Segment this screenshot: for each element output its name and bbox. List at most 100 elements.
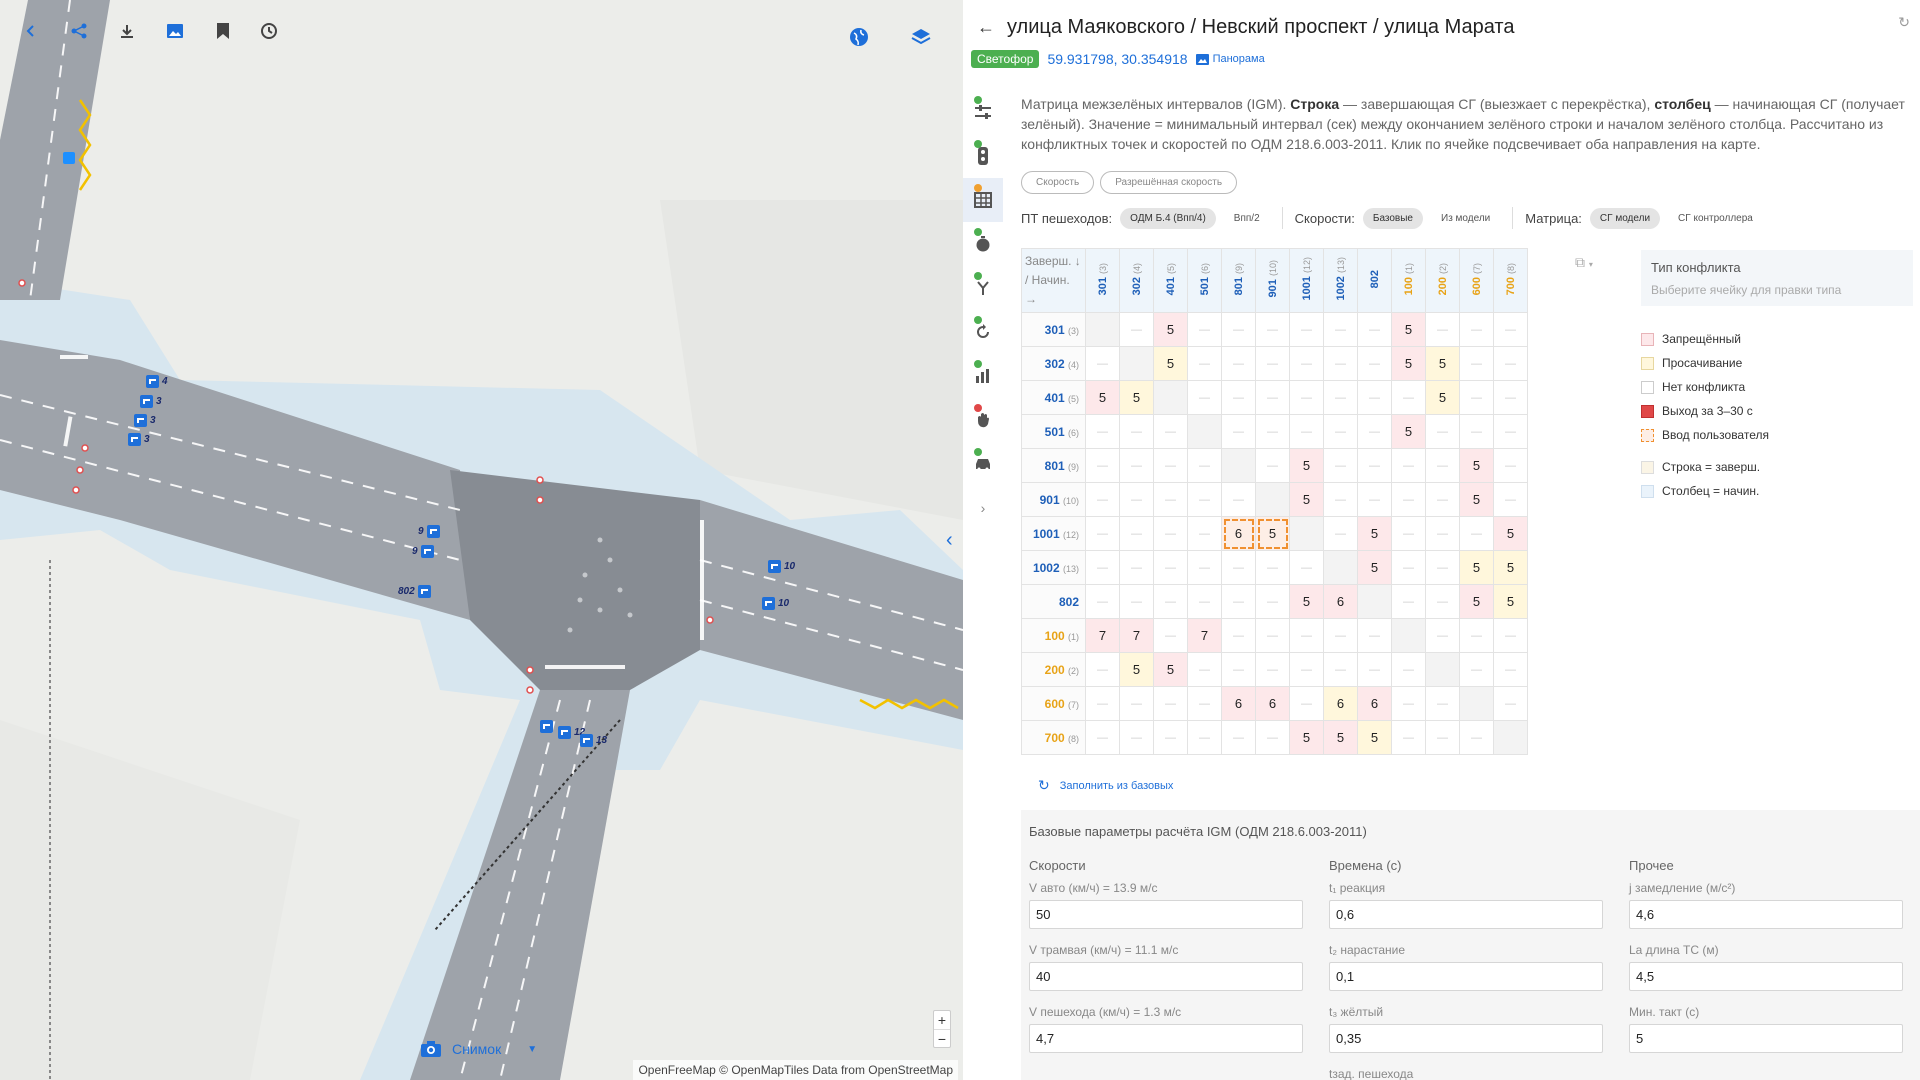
rail-item-settings[interactable] xyxy=(963,90,1003,134)
matrix-cell[interactable]: — xyxy=(1493,686,1528,721)
lane-badge[interactable]: 9 xyxy=(418,525,440,538)
matrix-cell[interactable]: 6 xyxy=(1357,686,1392,721)
matrix-cell[interactable]: — xyxy=(1323,380,1358,415)
zoom-out-button[interactable]: − xyxy=(934,1029,950,1047)
matrix-cell[interactable]: — xyxy=(1289,686,1324,721)
snapshot-button[interactable]: Снимок ▼ xyxy=(420,1040,537,1058)
bookmark-add-icon[interactable] xyxy=(210,18,236,44)
matrix-cell[interactable]: — xyxy=(1289,380,1324,415)
matrix-cell[interactable]: — xyxy=(1085,448,1120,483)
matrix-cell[interactable]: — xyxy=(1119,584,1154,619)
matrix-cell[interactable]: — xyxy=(1187,516,1222,551)
matrix-model-option[interactable]: СГ модели xyxy=(1589,207,1661,229)
matrix-cell[interactable]: — xyxy=(1493,618,1528,653)
chip-allowed-speed[interactable]: Разрешённая скорость xyxy=(1100,171,1238,194)
matrix-cell[interactable]: — xyxy=(1493,414,1528,449)
matrix-row-header[interactable]: 302 (4) xyxy=(1021,346,1086,381)
matrix-cell[interactable]: — xyxy=(1119,720,1154,755)
matrix-cell[interactable] xyxy=(1323,550,1358,585)
lane-badge[interactable]: 3 xyxy=(134,414,156,427)
matrix-cell[interactable]: — xyxy=(1323,618,1358,653)
param-input[interactable]: 5 xyxy=(1629,1024,1903,1053)
matrix-cell[interactable]: — xyxy=(1153,584,1188,619)
matrix-cell[interactable]: — xyxy=(1187,482,1222,517)
matrix-row-header[interactable]: 100 (1) xyxy=(1021,618,1086,653)
matrix-cell[interactable]: 5 xyxy=(1425,380,1460,415)
matrix-cell[interactable]: 6 xyxy=(1221,516,1256,551)
matrix-cell[interactable]: — xyxy=(1425,312,1460,347)
speed-base-option[interactable]: Базовые xyxy=(1362,207,1423,229)
matrix-cell[interactable]: — xyxy=(1255,346,1290,381)
param-input[interactable]: 0,1 xyxy=(1329,962,1603,991)
matrix-cell[interactable]: — xyxy=(1119,448,1154,483)
matrix-cell[interactable]: — xyxy=(1425,550,1460,585)
matrix-cell[interactable]: — xyxy=(1255,618,1290,653)
matrix-controller-option[interactable]: СГ контроллера xyxy=(1668,208,1763,229)
lane-badge[interactable]: 9 xyxy=(412,545,434,558)
matrix-row-header[interactable]: 700 (8) xyxy=(1021,720,1086,755)
lane-badge[interactable]: 3 xyxy=(140,395,162,408)
map-view[interactable]: 4 3 3 3 9 9 802 10 10 12 13 ‹ › + − Сним… xyxy=(0,0,963,1080)
matrix-cell[interactable]: — xyxy=(1255,380,1290,415)
matrix-cell[interactable]: — xyxy=(1357,652,1392,687)
matrix-cell[interactable]: — xyxy=(1323,414,1358,449)
param-input[interactable]: 4,7 xyxy=(1029,1024,1303,1053)
ped-half-option[interactable]: Впп/2 xyxy=(1224,208,1270,229)
lane-badge[interactable]: 13 xyxy=(580,734,607,747)
matrix-cell[interactable]: — xyxy=(1119,312,1154,347)
matrix-cell[interactable]: — xyxy=(1289,312,1324,347)
matrix-cell[interactable]: — xyxy=(1357,312,1392,347)
matrix-cell[interactable]: — xyxy=(1119,516,1154,551)
matrix-cell[interactable]: — xyxy=(1085,584,1120,619)
param-input[interactable]: 0,6 xyxy=(1329,900,1603,929)
matrix-cell[interactable]: — xyxy=(1221,720,1256,755)
matrix-cell[interactable]: 6 xyxy=(1255,686,1290,721)
matrix-row-header[interactable]: 901 (10) xyxy=(1021,482,1086,517)
matrix-cell[interactable]: — xyxy=(1391,584,1426,619)
matrix-cell[interactable] xyxy=(1289,516,1324,551)
matrix-cell[interactable]: 7 xyxy=(1085,618,1120,653)
matrix-cell[interactable]: — xyxy=(1187,652,1222,687)
rail-item-hand[interactable] xyxy=(963,398,1003,442)
matrix-cell[interactable]: 5 xyxy=(1493,516,1528,551)
matrix-cell[interactable]: — xyxy=(1391,380,1426,415)
matrix-cell[interactable]: — xyxy=(1425,414,1460,449)
matrix-cell[interactable]: — xyxy=(1493,448,1528,483)
matrix-cell[interactable]: — xyxy=(1255,550,1290,585)
rail-item-stats[interactable] xyxy=(963,354,1003,398)
matrix-cell[interactable]: — xyxy=(1459,312,1494,347)
rail-item-vehicle[interactable] xyxy=(963,442,1003,486)
matrix-cell[interactable]: — xyxy=(1187,380,1222,415)
matrix-cell[interactable]: 5 xyxy=(1289,720,1324,755)
matrix-col-header[interactable]: 801 (9) xyxy=(1221,248,1256,313)
layers-icon[interactable] xyxy=(908,24,934,50)
matrix-cell[interactable]: — xyxy=(1085,652,1120,687)
matrix-cell[interactable]: — xyxy=(1221,618,1256,653)
matrix-cell[interactable]: 5 xyxy=(1459,482,1494,517)
matrix-cell[interactable]: — xyxy=(1391,482,1426,517)
matrix-cell[interactable]: — xyxy=(1323,312,1358,347)
matrix-col-header[interactable]: 802 xyxy=(1357,248,1392,313)
back-arrow-icon[interactable]: ← xyxy=(977,17,997,38)
matrix-row-header[interactable]: 200 (2) xyxy=(1021,652,1086,687)
matrix-cell[interactable]: — xyxy=(1221,346,1256,381)
matrix-cell[interactable]: — xyxy=(1221,380,1256,415)
refresh-icon[interactable]: ↻ xyxy=(1898,14,1910,31)
matrix-cell[interactable] xyxy=(1459,686,1494,721)
matrix-cell[interactable]: 5 xyxy=(1391,346,1426,381)
zoom-in-button[interactable]: + xyxy=(934,1011,950,1029)
matrix-cell[interactable]: — xyxy=(1425,516,1460,551)
param-input[interactable]: 40 xyxy=(1029,962,1303,991)
matrix-cell[interactable]: — xyxy=(1187,584,1222,619)
matrix-cell[interactable]: — xyxy=(1153,448,1188,483)
matrix-cell[interactable]: — xyxy=(1221,312,1256,347)
matrix-cell[interactable]: 5 xyxy=(1255,516,1290,551)
matrix-cell[interactable]: — xyxy=(1085,482,1120,517)
rail-item-timer[interactable] xyxy=(963,222,1003,266)
matrix-cell[interactable]: 5 xyxy=(1357,720,1392,755)
matrix-cell[interactable]: — xyxy=(1187,550,1222,585)
map-attribution[interactable]: OpenFreeMap © OpenMapTiles Data from Ope… xyxy=(633,1060,958,1080)
matrix-cell[interactable]: — xyxy=(1391,516,1426,551)
matrix-cell[interactable] xyxy=(1357,584,1392,619)
matrix-cell[interactable] xyxy=(1391,618,1426,653)
